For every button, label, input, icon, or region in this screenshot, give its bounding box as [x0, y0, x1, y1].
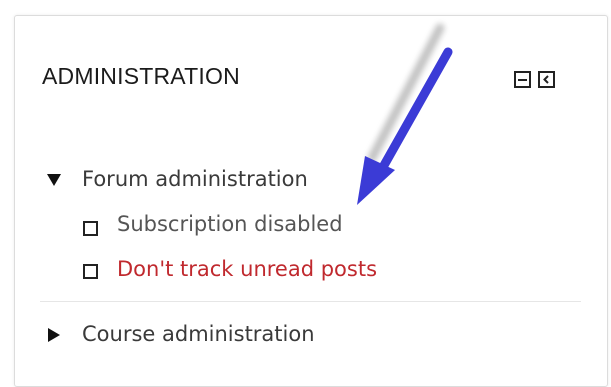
hide-block-button[interactable] [514, 71, 531, 88]
subscription-disabled-link[interactable]: Subscription disabled [117, 212, 343, 236]
dont-track-unread-posts-link[interactable]: Don't track unread posts [117, 257, 377, 281]
divider [40, 301, 581, 302]
expanded-arrow-icon[interactable] [47, 174, 61, 186]
dock-block-button[interactable] [538, 71, 555, 88]
forum-administration-node[interactable]: Forum administration [82, 167, 308, 191]
dock-left-icon [543, 75, 549, 84]
collapsed-arrow-icon[interactable] [48, 328, 60, 342]
block-title: ADMINISTRATION [42, 63, 240, 89]
course-administration-node[interactable]: Course administration [82, 322, 315, 346]
checkbox-square-icon [83, 264, 98, 279]
checkbox-square-icon [83, 221, 98, 236]
